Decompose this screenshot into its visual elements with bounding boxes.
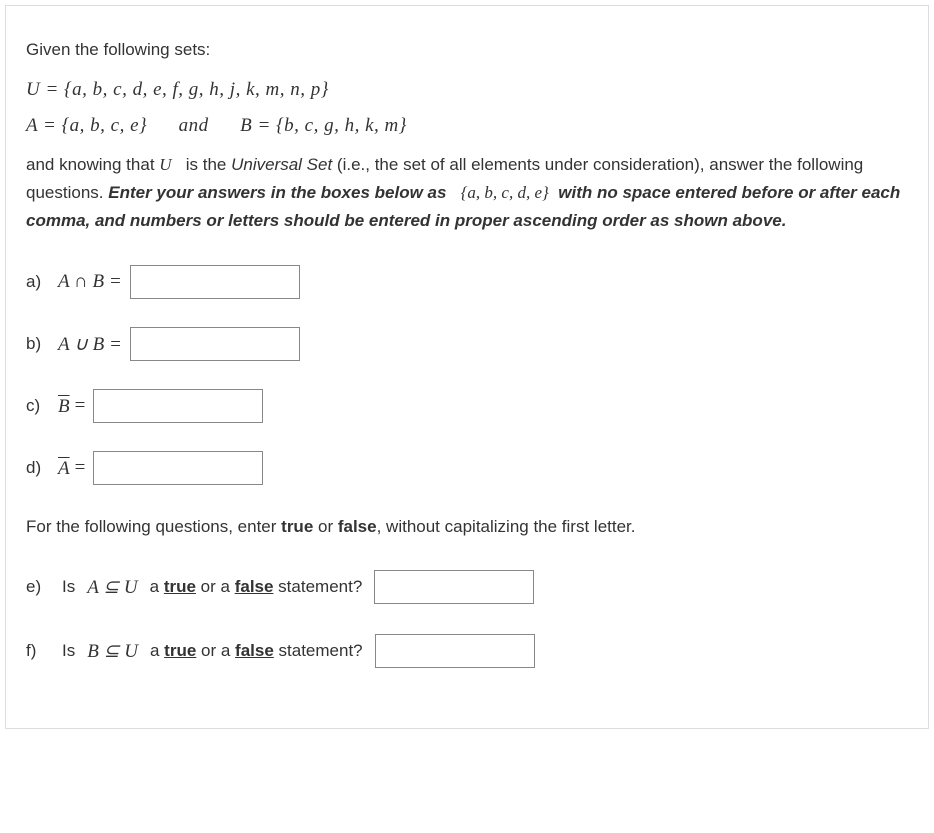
question-d: d) A =: [26, 451, 908, 485]
answer-input-b[interactable]: [130, 327, 300, 361]
question-f-prompt: a true or a false statement?: [150, 641, 363, 661]
question-c-label: c): [26, 396, 50, 416]
question-a: a) A ∩ B =: [26, 265, 908, 299]
question-c: c) B =: [26, 389, 908, 423]
set-u-definition: U = {a, b, c, d, e, f, g, h, j, k, m, n,…: [26, 79, 908, 101]
answer-input-a[interactable]: [130, 265, 300, 299]
question-e-expr: A ⊆ U: [87, 576, 137, 599]
question-b-expr: A ∪ B =: [58, 333, 122, 356]
question-d-label: d): [26, 458, 50, 478]
question-f-label: f): [26, 641, 50, 661]
intro-text: Given the following sets:: [26, 36, 908, 65]
answer-input-f[interactable]: [375, 634, 535, 668]
question-f: f) Is B ⊆ U a true or a false statement?: [26, 634, 908, 668]
set-a-b-definition: A = {a, b, c, e} and B = {b, c, g, h, k,…: [26, 115, 908, 137]
answer-input-e[interactable]: [374, 570, 534, 604]
question-d-expr: A =: [58, 457, 85, 479]
question-a-label: a): [26, 272, 50, 292]
answer-input-c[interactable]: [93, 389, 263, 423]
question-e: e) Is A ⊆ U a true or a false statement?: [26, 570, 908, 604]
question-e-label: e): [26, 577, 50, 597]
question-f-expr: B ⊆ U: [87, 640, 138, 663]
true-false-instructions: For the following questions, enter true …: [26, 513, 908, 540]
question-b: b) A ∪ B =: [26, 327, 908, 361]
question-c-expr: B =: [58, 395, 85, 417]
question-a-expr: A ∩ B =: [58, 271, 122, 293]
question-b-label: b): [26, 334, 50, 354]
question-container: Given the following sets: U = {a, b, c, …: [5, 5, 929, 729]
instructions-text: and knowing that U is the Universal Set …: [26, 151, 908, 235]
answer-input-d[interactable]: [93, 451, 263, 485]
question-e-prompt: a true or a false statement?: [150, 577, 363, 597]
